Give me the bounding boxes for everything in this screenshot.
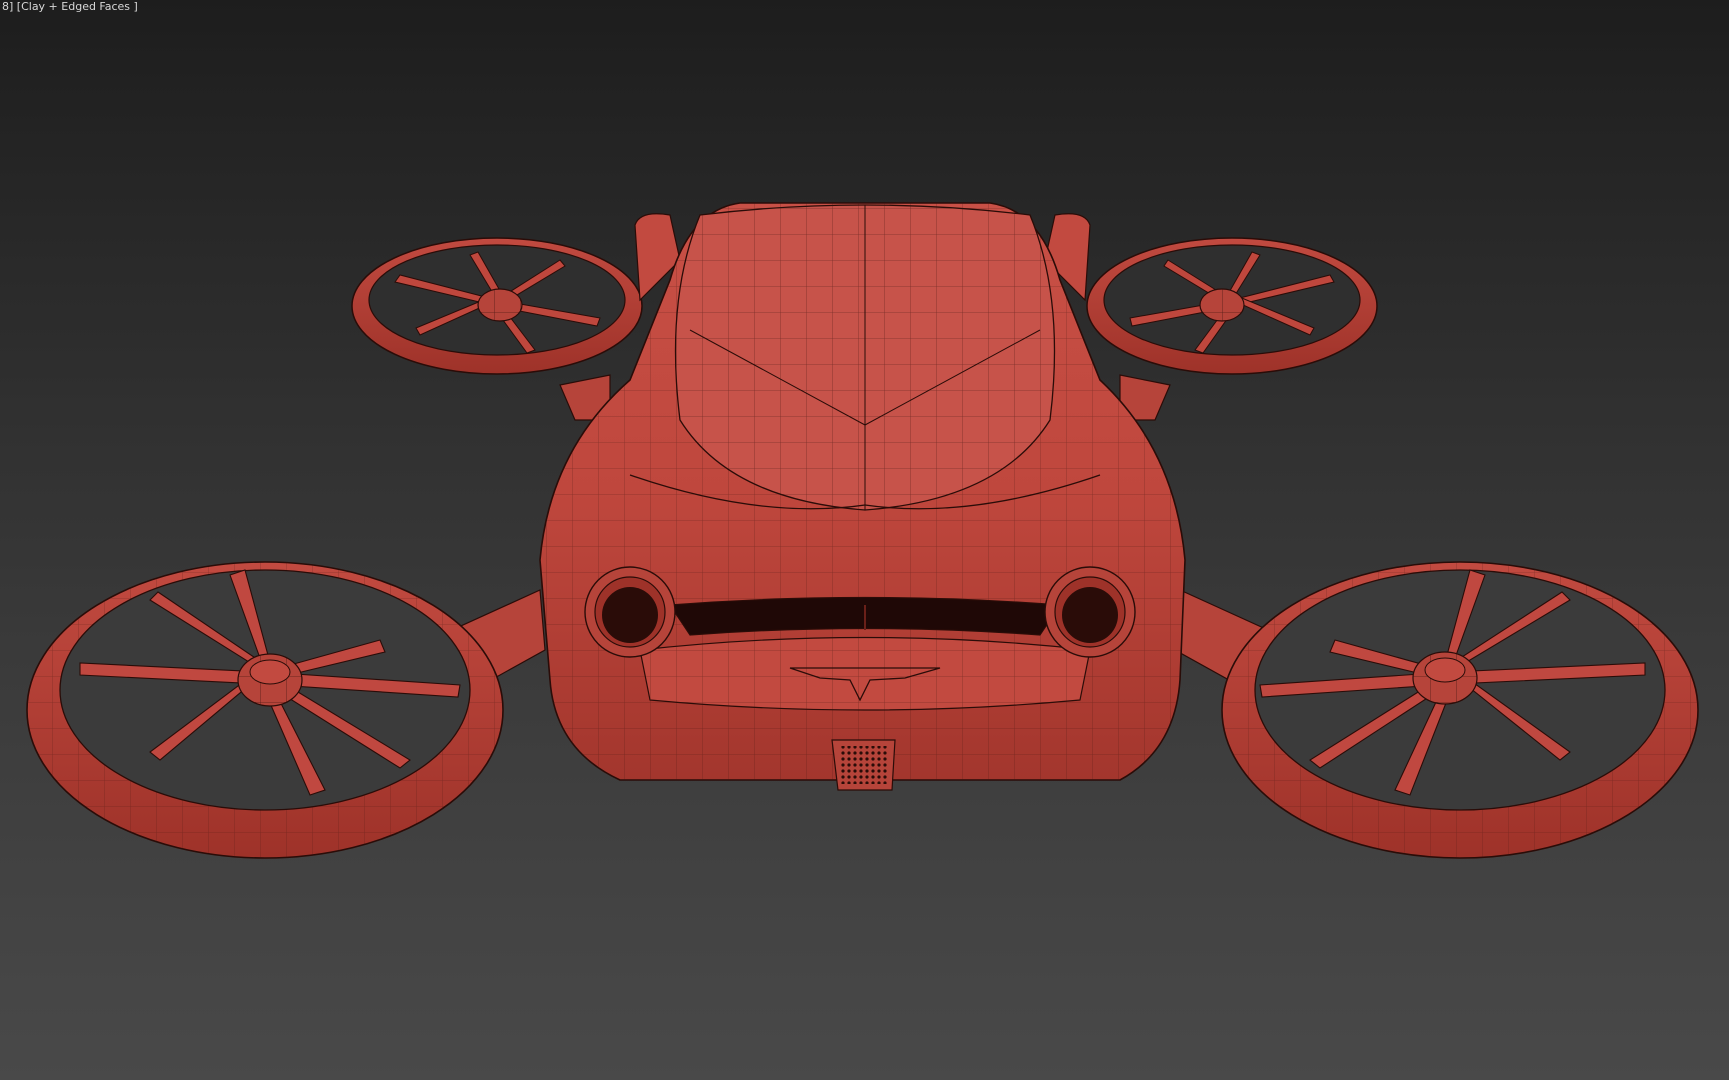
rear-right-rotor bbox=[1086, 237, 1378, 375]
front-right-rotor bbox=[1221, 561, 1699, 859]
front-left-rotor bbox=[26, 561, 504, 859]
flying-car-model bbox=[26, 202, 1699, 859]
rear-left-rotor bbox=[351, 237, 643, 375]
3d-viewport[interactable]: 8] [Clay + Edged Faces ] bbox=[0, 0, 1729, 1080]
